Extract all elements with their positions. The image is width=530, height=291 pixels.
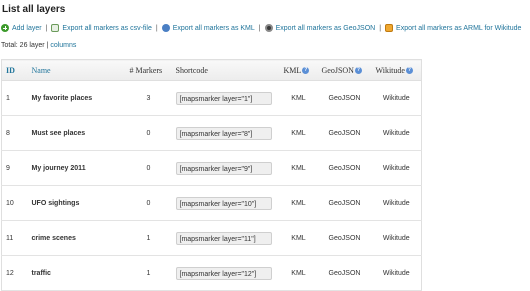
export-csv-link[interactable]: Export all markers as csv-file [51,24,152,32]
geojson-link[interactable]: GeoJSON [317,115,372,151]
kml-link[interactable]: KML [279,255,318,291]
geojson-link[interactable]: GeoJSON [317,185,372,221]
column-header-shortcode: Shortcode [171,59,280,81]
add-icon [1,24,9,32]
wikitude-link[interactable]: Wikitude [371,255,422,291]
table-row: 11 crime scenes 1 [mapsmarker layer="11"… [1,220,422,256]
marker-count: 1 [125,255,172,291]
spreadsheet-icon [51,24,60,32]
globe-icon [161,24,170,32]
marker-count: 0 [125,185,172,221]
shortcode-cell: [mapsmarker layer="1"] [171,80,280,116]
column-header-kml: KML? [279,59,318,81]
table-row: 8 Must see places 0 [mapsmarker layer="8… [1,115,422,151]
wikitude-link[interactable]: Wikitude [371,115,422,151]
table-row: 10 UFO sightings 0 [mapsmarker layer="10… [1,185,422,221]
export-toolbar: Add layer | Export all markers as csv-fi… [1,24,530,32]
geojson-link[interactable]: GeoJSON [317,80,372,116]
summary-separator: | [46,42,49,49]
wikitude-link[interactable]: Wikitude [371,150,422,186]
row-id: 12 [1,255,28,291]
wikitude-link[interactable]: Wikitude [371,220,422,256]
kml-header-label: KML [283,65,302,75]
shortcode-cell: [mapsmarker layer="11"] [171,220,280,256]
shortcode-field[interactable]: [mapsmarker layer="11"] [175,231,272,245]
marker-count: 0 [125,150,172,186]
layers-table: ID Name # Markers Shortcode KML? GeoJSON… [1,59,422,291]
shortcode-field[interactable]: [mapsmarker layer="10"] [175,196,272,210]
export-geojson-label: Export all markers as GeoJSON [275,24,376,32]
column-header-markers: # Markers [125,59,172,81]
wikitude-link[interactable]: Wikitude [371,185,422,221]
shortcode-field[interactable]: [mapsmarker layer="8"] [175,126,272,140]
help-icon[interactable]: ? [302,67,310,75]
export-kml-link[interactable]: Export all markers as KML [161,24,255,32]
export-arml-link[interactable]: Export all markers as ARML for Wikitude [385,24,521,32]
add-layer-label: Add layer [12,24,42,32]
marker-count: 0 [125,115,172,151]
table-row: 9 My journey 2011 0 [mapsmarker layer="9… [1,150,422,186]
kml-link[interactable]: KML [279,220,318,256]
kml-link[interactable]: KML [279,185,318,221]
row-id: 10 [1,185,28,221]
shortcode-field[interactable]: [mapsmarker layer="12"] [175,266,272,280]
shortcode-cell: [mapsmarker layer="12"] [171,255,280,291]
shortcode-cell: [mapsmarker layer="9"] [171,150,280,186]
toolbar-separator: | [258,24,261,32]
kml-link[interactable]: KML [279,150,318,186]
toolbar-separator: | [45,24,48,32]
layer-name-link[interactable]: crime scenes [27,220,126,256]
help-icon[interactable]: ? [354,67,362,75]
export-geojson-link[interactable]: Export all markers as GeoJSON [264,24,376,32]
help-icon[interactable]: ? [405,67,413,75]
geojson-link[interactable]: GeoJSON [317,255,372,291]
column-header-id[interactable]: ID [1,59,28,81]
export-csv-label: Export all markers as csv-file [62,24,152,32]
kml-link[interactable]: KML [279,115,318,151]
geojson-icon [264,24,273,32]
export-arml-label: Export all markers as ARML for Wikitude [396,24,522,32]
toolbar-separator: | [379,24,382,32]
wikitude-header-label: Wikitude [375,65,405,75]
shortcode-field[interactable]: [mapsmarker layer="9"] [175,161,272,175]
page-title: List all layers [2,4,66,15]
shortcode-cell: [mapsmarker layer="10"] [171,185,280,221]
table-header-row: ID Name # Markers Shortcode KML? GeoJSON… [1,59,422,81]
layer-summary: Total: 26 layer | columns [1,42,76,49]
table-row: 1 My favorite places 3 [mapsmarker layer… [1,80,422,116]
add-layer-link[interactable]: Add layer [1,24,42,32]
row-id: 9 [1,150,28,186]
row-id: 1 [1,80,28,116]
toolbar-separator: | [155,24,158,32]
export-kml-label: Export all markers as KML [172,24,255,32]
layer-name-link[interactable]: My journey 2011 [27,150,126,186]
row-id: 11 [1,220,28,256]
total-count: Total: 26 layer [1,42,45,49]
layer-name-link[interactable]: My favorite places [27,80,126,116]
shortcode-field[interactable]: [mapsmarker layer="1"] [175,91,272,105]
wikitude-link[interactable]: Wikitude [371,80,422,116]
wikitude-icon [385,24,394,32]
column-header-geojson: GeoJSON? [317,59,372,81]
marker-count: 1 [125,220,172,256]
row-id: 8 [1,115,28,151]
geojson-link[interactable]: GeoJSON [317,220,372,256]
kml-link[interactable]: KML [279,80,318,116]
geojson-link[interactable]: GeoJSON [317,150,372,186]
table-row: 12 traffic 1 [mapsmarker layer="12"] KML… [1,255,422,291]
geojson-header-label: GeoJSON [321,65,354,75]
column-header-wikitude: Wikitude? [371,59,422,81]
marker-count: 3 [125,80,172,116]
layer-name-link[interactable]: UFO sightings [27,185,126,221]
shortcode-cell: [mapsmarker layer="8"] [171,115,280,151]
columns-link[interactable]: columns [50,42,76,49]
layer-name-link[interactable]: Must see places [27,115,126,151]
layer-name-link[interactable]: traffic [27,255,126,291]
column-header-name[interactable]: Name [27,59,126,81]
